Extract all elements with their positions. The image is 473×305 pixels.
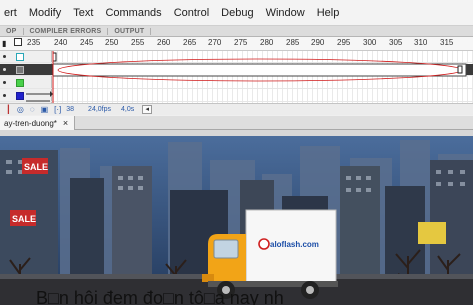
menu-item-help[interactable]: Help bbox=[317, 7, 348, 19]
outline-icon[interactable] bbox=[14, 38, 22, 46]
menu-bar: ert Modify Text Commands Control Debug W… bbox=[0, 0, 473, 26]
onion-skin-icon[interactable]: ◎ bbox=[17, 105, 24, 114]
sale-sign: SALE bbox=[22, 158, 48, 174]
ruler-label: 315 bbox=[440, 38, 454, 47]
ruler-label: 265 bbox=[183, 38, 197, 47]
stage[interactable]: SALE SALE aloflash.com B□n hôi đem đo□n … bbox=[0, 136, 473, 305]
document-tab-bar: ay-tren-duong* × bbox=[0, 116, 473, 130]
menu-item-modify[interactable]: Modify bbox=[29, 7, 69, 19]
playhead-icon[interactable]: ┃ bbox=[6, 105, 11, 114]
timeline-panel: ▮ 235 240 245 250 255 260 265 270 275 28… bbox=[0, 37, 473, 115]
edit-multiple-icon[interactable]: ▣ bbox=[41, 105, 49, 114]
sale-sign: SALE bbox=[10, 210, 36, 226]
ruler-label: 245 bbox=[80, 38, 94, 47]
ruler-label: 285 bbox=[286, 38, 300, 47]
tab-timeline[interactable]: OP bbox=[0, 27, 24, 35]
ruler-label: 310 bbox=[414, 38, 428, 47]
onion-outline-icon[interactable]: ◌ bbox=[30, 105, 35, 114]
truck-hubcap bbox=[306, 286, 314, 294]
tween-overlay bbox=[26, 51, 467, 103]
document-tab[interactable]: ay-tren-duong* × bbox=[0, 116, 76, 130]
ruler-label: 280 bbox=[260, 38, 274, 47]
ruler-label: 305 bbox=[389, 38, 403, 47]
ruler-label: 260 bbox=[157, 38, 171, 47]
tab-output[interactable]: OUTPUT bbox=[108, 27, 152, 35]
menu-item-control[interactable]: Control bbox=[174, 7, 217, 19]
lock-icon[interactable]: ▮ bbox=[2, 39, 6, 48]
frame-ruler[interactable]: ▮ 235 240 245 250 255 260 265 270 275 28… bbox=[0, 37, 473, 51]
menu-item-text[interactable]: Text bbox=[73, 7, 101, 19]
current-frame: 38 bbox=[66, 106, 75, 113]
menu-item-commands[interactable]: Commands bbox=[105, 7, 169, 19]
ruler-label: 255 bbox=[131, 38, 145, 47]
ruler-label: 290 bbox=[311, 38, 325, 47]
sale-sign-label: SALE bbox=[12, 214, 36, 224]
ruler-label: 275 bbox=[234, 38, 248, 47]
scroll-left-button[interactable]: ◂ bbox=[142, 105, 153, 114]
tab-compiler-errors[interactable]: COMPILER ERRORS bbox=[24, 27, 109, 35]
app-window: ert Modify Text Commands Control Debug W… bbox=[0, 0, 473, 305]
sale-sign-label: SALE bbox=[24, 162, 48, 172]
ruler-label: 250 bbox=[105, 38, 119, 47]
document-tab-label: ay-tren-duong* bbox=[4, 118, 57, 128]
elapsed-time: 4,0s bbox=[121, 106, 135, 113]
truck-brand-text: aloflash.com bbox=[270, 240, 319, 249]
keyframe-marker[interactable] bbox=[457, 65, 463, 74]
frame-rate: 24,0fps bbox=[88, 106, 112, 113]
aloflash-logo-icon bbox=[258, 238, 270, 250]
menu-item-insert[interactable]: ert bbox=[4, 7, 25, 19]
stage-scene: SALE SALE aloflash.com bbox=[0, 136, 473, 305]
marker-range-icon[interactable]: [·] bbox=[54, 105, 61, 114]
ruler-label: 270 bbox=[208, 38, 222, 47]
truck-window bbox=[213, 239, 239, 259]
close-icon[interactable]: × bbox=[63, 118, 68, 128]
timeline-status-bar: ┃ ◎ ◌ ▣ [·] 38 24,0fps 4,0s ◂ bbox=[0, 103, 473, 115]
panel-tabs: OP COMPILER ERRORS OUTPUT bbox=[0, 26, 473, 37]
menu-item-window[interactable]: Window bbox=[266, 7, 313, 19]
subtitle-caption: B□n hôi đem đo□n tô□a nay nh bbox=[36, 288, 284, 305]
ruler-label: 295 bbox=[337, 38, 351, 47]
ruler-label: 235 bbox=[27, 38, 41, 47]
billboard bbox=[418, 222, 446, 244]
stage-area: SALE SALE aloflash.com B□n hôi đem đo□n … bbox=[0, 130, 473, 305]
ruler-label: 240 bbox=[54, 38, 68, 47]
ruler-label: 300 bbox=[363, 38, 377, 47]
menu-item-debug[interactable]: Debug bbox=[221, 7, 261, 19]
truck-bumper bbox=[202, 274, 214, 282]
selected-frame-span[interactable] bbox=[52, 63, 467, 77]
